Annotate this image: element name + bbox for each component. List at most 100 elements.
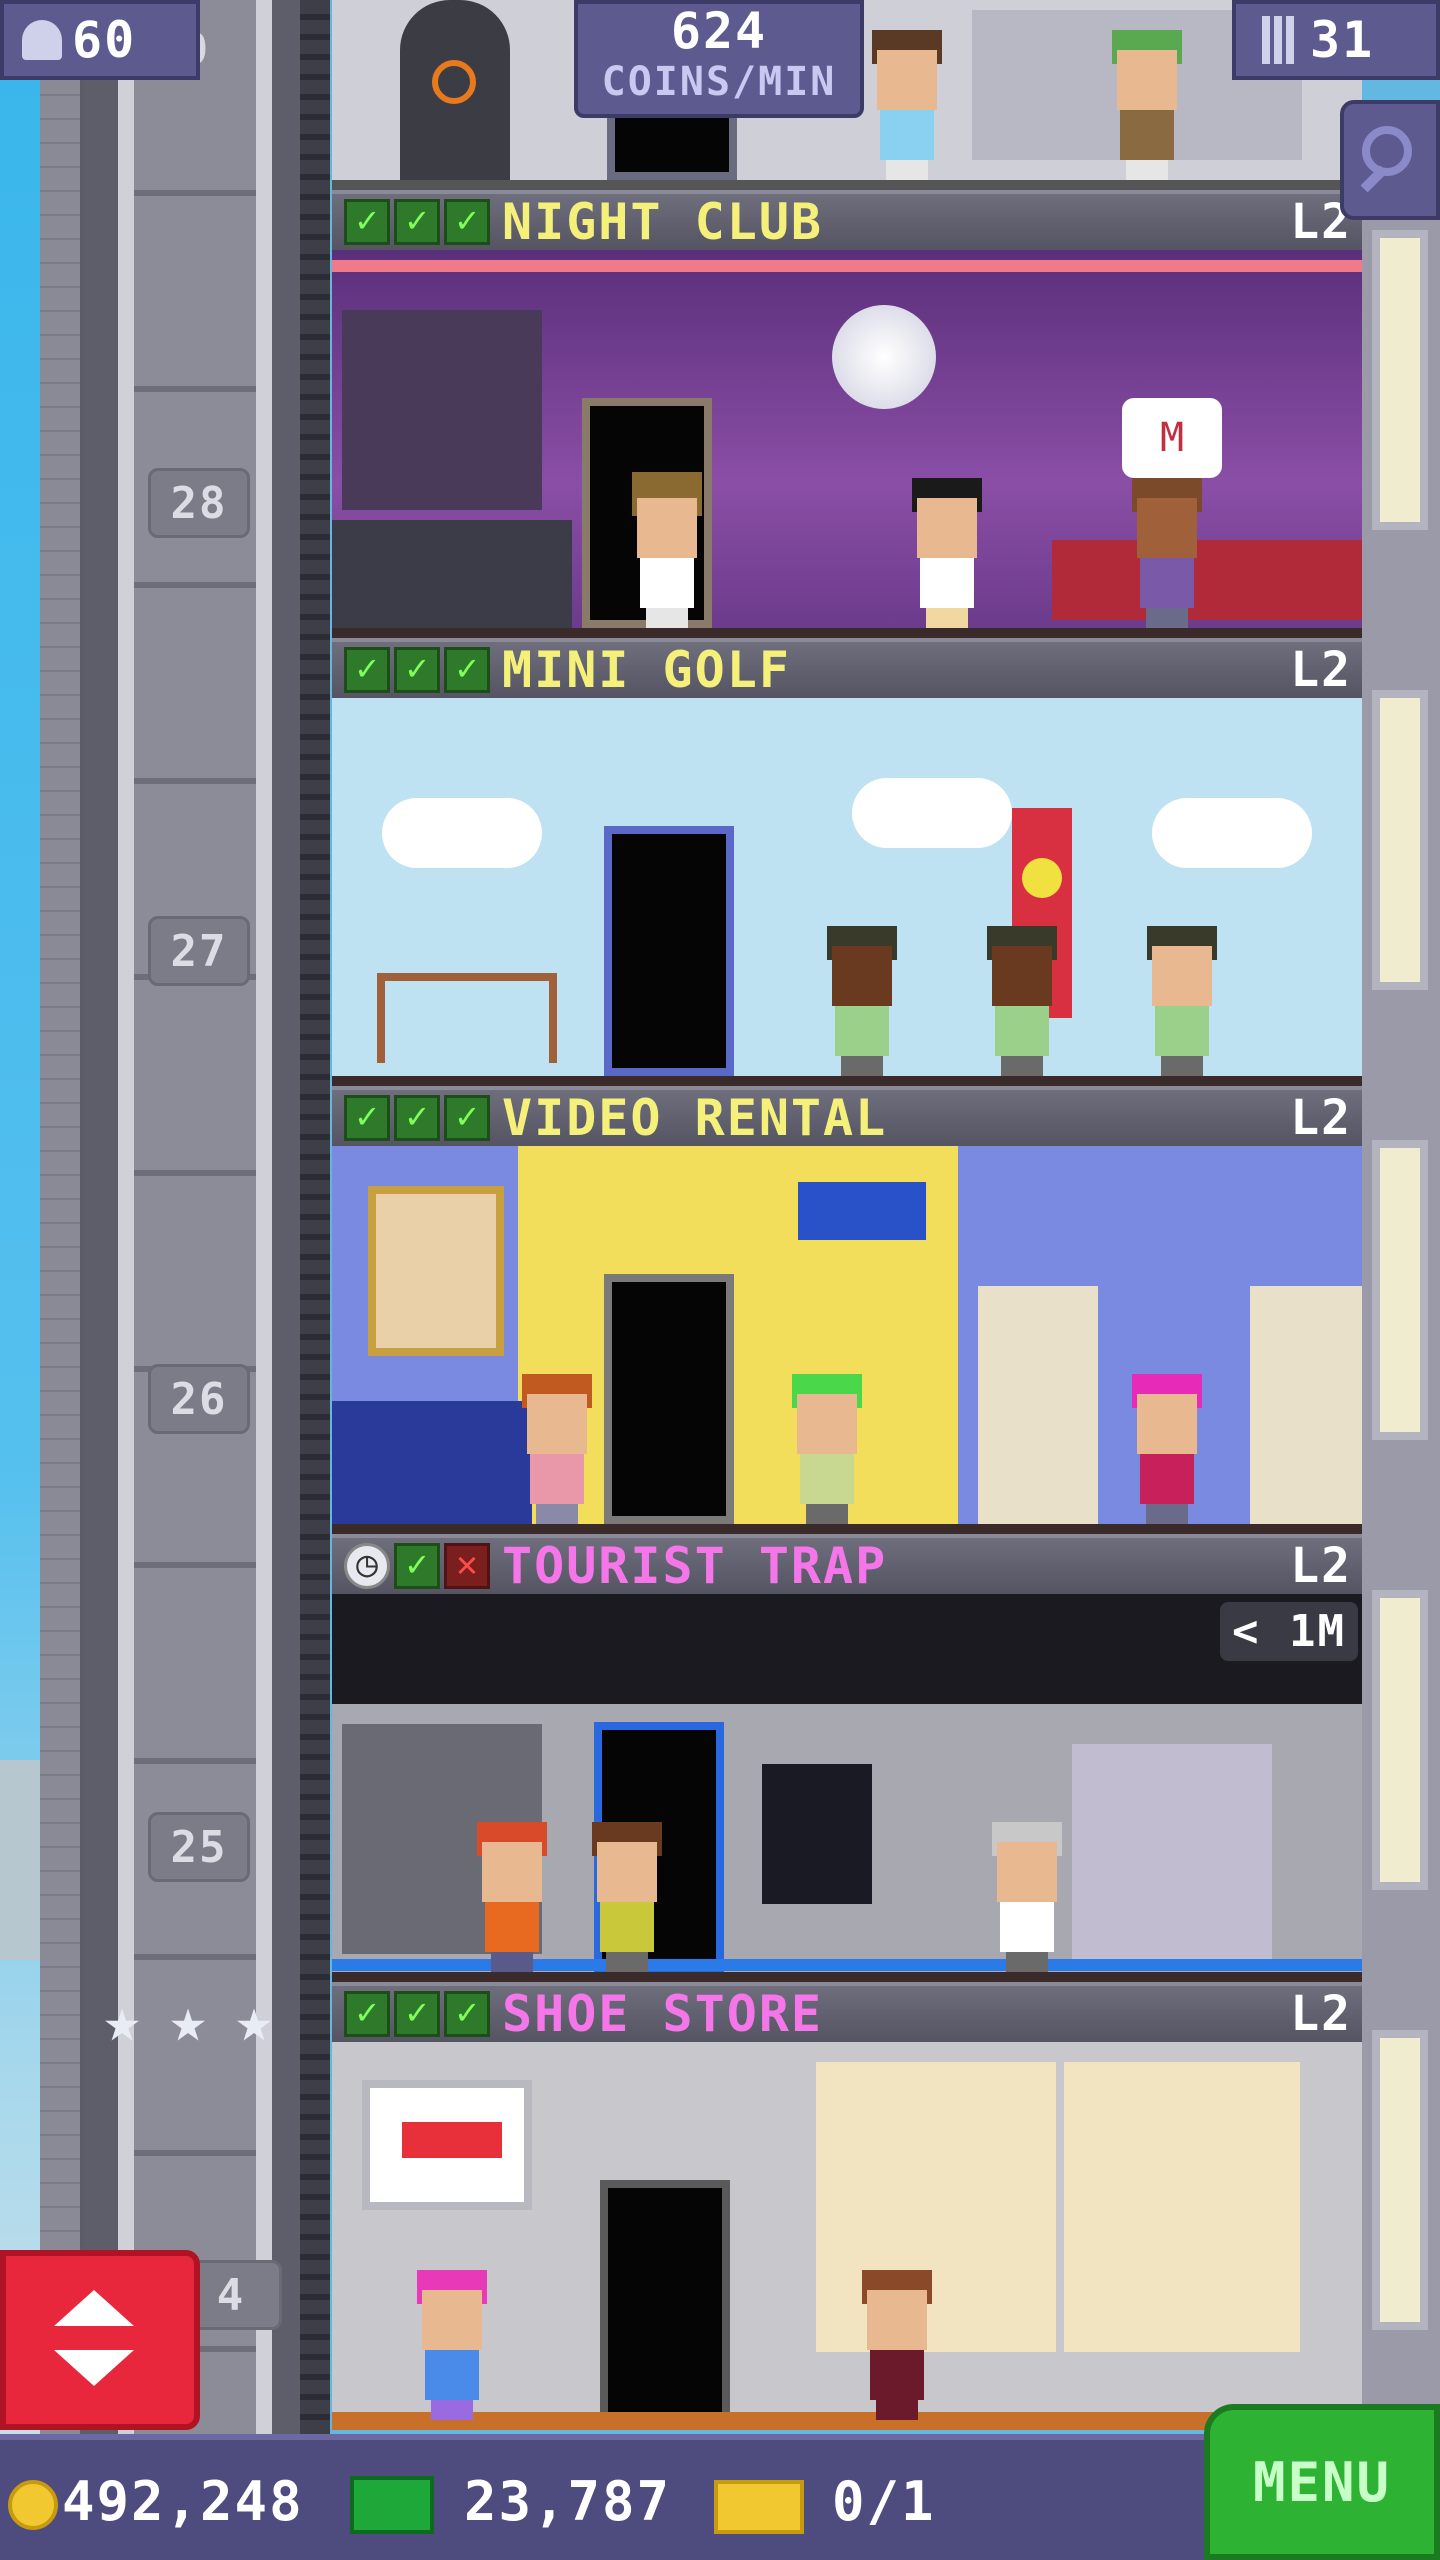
magnifier-icon: [1362, 126, 1412, 176]
bar-shelves: [342, 310, 542, 510]
club-lights-strip: [332, 260, 1362, 272]
arcade-display: [762, 1764, 872, 1904]
check-icon: ✓: [344, 199, 390, 245]
souvenir-wall: [332, 1594, 1362, 1704]
check-icon: ✓: [444, 647, 490, 693]
coins-per-min-panel: 624 COINS/MIN: [574, 0, 864, 118]
bitizen[interactable]: [1132, 1374, 1202, 1524]
bitizen[interactable]: [987, 926, 1057, 1076]
floor-shoe-store[interactable]: ✓ ✓ ✓ SHOE STORE L2: [332, 1982, 1362, 2430]
elevator-door: [604, 1274, 734, 1524]
elevator-rail-left: [118, 0, 134, 2450]
check-icon: ✓: [444, 1095, 490, 1141]
tickets-value[interactable]: 0/1: [832, 2470, 936, 2533]
windmill-hub: [1022, 858, 1062, 898]
floor-name: SHOE STORE: [502, 1985, 824, 2043]
floor-header: ◷ ✓ ✕ TOURIST TRAP L2: [332, 1534, 1362, 1595]
check-icon: ✓: [394, 1991, 440, 2037]
star-icon: ★: [235, 1983, 273, 2056]
floor-number-25: 25: [148, 1812, 250, 1882]
elevator-outer-wall: [40, 0, 84, 2450]
bitizen[interactable]: [1112, 30, 1182, 180]
bitizen[interactable]: [417, 2270, 487, 2420]
zoom-button[interactable]: [1340, 100, 1440, 220]
bar-counter: [332, 520, 572, 630]
ticket-icon[interactable]: [714, 2480, 804, 2534]
bitizen[interactable]: [592, 1822, 662, 1972]
floor-level: L2: [1290, 1090, 1352, 1146]
bitizen[interactable]: [522, 1374, 592, 1524]
floor-level: L2: [1290, 1538, 1352, 1594]
floor-divider: [332, 180, 1362, 190]
floor-tourist-trap[interactable]: ◷ ✓ ✕ TOURIST TRAP L2 < 1M: [332, 1534, 1362, 1982]
window: [1372, 1590, 1428, 1890]
menu-button[interactable]: MENU: [1204, 2404, 1440, 2560]
check-icon: ✓: [394, 1543, 440, 1589]
star-icon: ★: [169, 1983, 207, 2056]
floor-mini-golf[interactable]: ✓ ✓ ✓ MINI GOLF L2: [332, 638, 1362, 1086]
check-icon: ✓: [344, 1095, 390, 1141]
window: [1372, 2030, 1428, 2330]
floor-header: ✓ ✓ ✓ SHOE STORE L2: [332, 1982, 1362, 2043]
city-skyline: [0, 1760, 40, 1960]
person-icon: [22, 20, 62, 60]
elevator-arrows-icon: [54, 2290, 134, 2390]
population-counter[interactable]: 60: [0, 0, 200, 80]
floor-divider: [332, 1972, 1362, 1982]
floor-name: VIDEO RENTAL: [502, 1089, 888, 1147]
floor-divider: [332, 628, 1362, 638]
bitizen[interactable]: [1147, 926, 1217, 1076]
bitizen[interactable]: [1132, 478, 1202, 628]
floor-night-club[interactable]: ✓ ✓ ✓ NIGHT CLUB L2 M: [332, 190, 1362, 638]
floor-number-26: 26: [148, 1364, 250, 1434]
shoe-poster-sneaker: [402, 2122, 502, 2158]
floor-level: L2: [1290, 642, 1352, 698]
club-rack: [377, 973, 557, 1063]
star-icon: ★: [103, 1983, 141, 2056]
floor-name: MINI GOLF: [502, 641, 791, 699]
check-icon: ✓: [344, 1991, 390, 2037]
check-icon: ✓: [394, 647, 440, 693]
bitizen[interactable]: [477, 1822, 547, 1972]
shoe-shelf: [1064, 2062, 1300, 2352]
coins-value: 492,248: [62, 2470, 304, 2533]
floors-counter[interactable]: 31: [1232, 0, 1440, 80]
elevator-button[interactable]: [0, 2250, 200, 2430]
coins-per-min-label: COINS/MIN: [601, 59, 837, 105]
coin-icon: [8, 2480, 58, 2530]
bitizen-speech-bubble[interactable]: M: [1122, 398, 1222, 478]
cloud-decoration: [852, 778, 1012, 848]
stock-indicators: ✓ ✓ ✓: [344, 1991, 490, 2037]
floor-divider: [332, 1524, 1362, 1534]
bux-value[interactable]: 23,787: [464, 2470, 671, 2533]
bitizen[interactable]: [992, 1822, 1062, 1972]
elevator-rail-right: [256, 0, 272, 2450]
bitizen[interactable]: [632, 472, 702, 628]
coins-per-min-value: 624: [670, 2, 768, 60]
floor-divider: [332, 1076, 1362, 1086]
doorway-lamp-icon: [432, 60, 476, 104]
bitizen[interactable]: [912, 478, 982, 628]
floor-header: ✓ ✓ ✓ VIDEO RENTAL L2: [332, 1086, 1362, 1147]
bux-icon[interactable]: [350, 2476, 434, 2534]
stock-indicators: ✓ ✓ ✓: [344, 647, 490, 693]
video-shelf: [1250, 1286, 1362, 1526]
check-icon: ✓: [394, 199, 440, 245]
display-case: [1072, 1744, 1272, 1969]
bitizen[interactable]: [872, 30, 942, 180]
clock-icon: ◷: [344, 1543, 390, 1589]
floor-video-rental[interactable]: ✓ ✓ ✓ VIDEO RENTAL L2: [332, 1086, 1362, 1534]
ticket-sign: [792, 1176, 932, 1246]
counter: [332, 1401, 532, 1526]
elevator-shaft-inner: [134, 0, 256, 2450]
restock-timer[interactable]: < 1M: [1220, 1602, 1358, 1661]
disco-ball-icon: [832, 305, 936, 409]
bitizen[interactable]: [862, 2270, 932, 2420]
bitizen[interactable]: [792, 1374, 862, 1524]
stock-indicators: ✓ ✓ ✓: [344, 199, 490, 245]
floor-level: L2: [1290, 1986, 1352, 2042]
bitizen[interactable]: [827, 926, 897, 1076]
check-icon: ✓: [444, 199, 490, 245]
floor-name: TOURIST TRAP: [502, 1537, 888, 1595]
check-icon: ✓: [394, 1095, 440, 1141]
